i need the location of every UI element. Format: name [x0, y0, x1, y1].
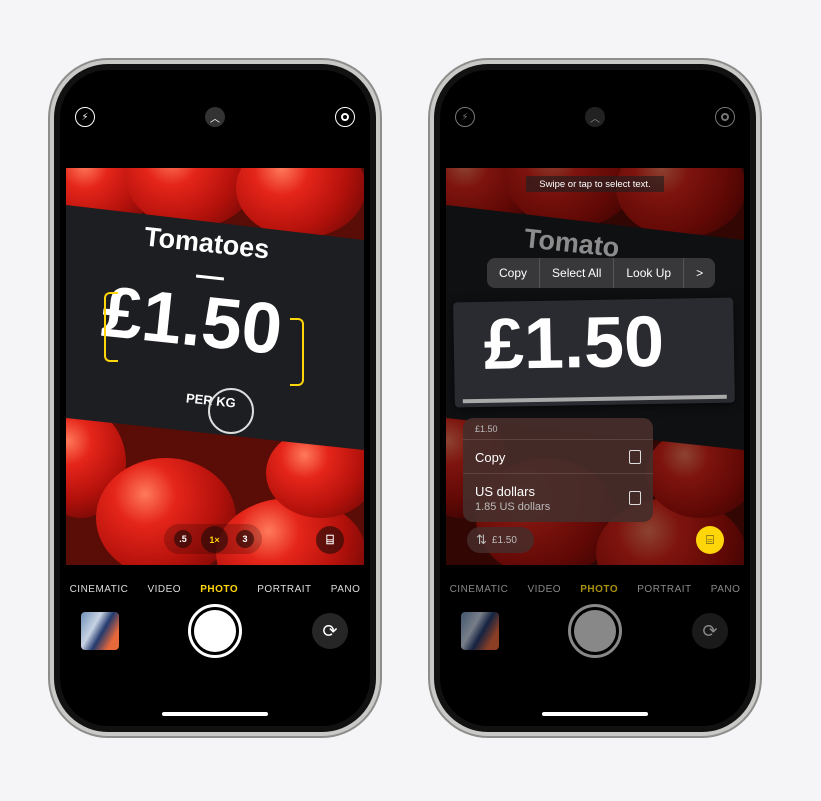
chevron-up-icon[interactable]: ︿: [585, 107, 605, 127]
data-detector-popup: £1.50 Copy US dollars 1.85 US dollars: [463, 418, 653, 522]
mode-cinematic[interactable]: CINEMATIC: [450, 584, 509, 595]
shutter-button[interactable]: [568, 604, 622, 658]
chip-label: £1.50: [491, 534, 517, 546]
popup-copy-row[interactable]: Copy: [463, 439, 653, 473]
menu-more[interactable]: >: [684, 258, 715, 288]
zoom-0.5[interactable]: .5: [174, 530, 192, 548]
camera-flip-icon[interactable]: ⟳: [312, 613, 348, 649]
shutter-button[interactable]: [188, 604, 242, 658]
menu-copy[interactable]: Copy: [487, 258, 541, 288]
mode-pano[interactable]: PANO: [711, 584, 741, 595]
mode-selector: CINEMATIC VIDEO PHOTO PORTRAIT PANO: [434, 584, 756, 595]
phone-left: ⚡ ︿ Tomatoes £1.50 PER KG .5 1× 3 ⌸ CINE…: [50, 60, 380, 736]
mode-photo[interactable]: PHOTO: [580, 584, 618, 595]
copy-icon: [629, 491, 641, 505]
selected-text-box[interactable]: £1.50: [453, 297, 735, 408]
menu-select-all[interactable]: Select All: [540, 258, 615, 288]
camera-flip-icon[interactable]: ⟳: [692, 613, 728, 649]
selected-price: £1.50: [483, 301, 665, 385]
flash-icon[interactable]: ⚡: [455, 107, 475, 127]
flash-icon[interactable]: ⚡: [75, 107, 95, 127]
conversion-value: 1.85 US dollars: [475, 501, 551, 513]
edit-menu: Copy Select All Look Up >: [487, 258, 716, 288]
zoom-3[interactable]: 3: [236, 530, 254, 548]
selection-underline: [462, 394, 727, 404]
text-detection-bracket-left: [104, 292, 118, 362]
mode-portrait[interactable]: PORTRAIT: [637, 584, 691, 595]
home-indicator[interactable]: [162, 712, 268, 716]
mode-cinematic[interactable]: CINEMATIC: [70, 584, 129, 595]
live-text-icon[interactable]: ⌸: [696, 526, 724, 554]
live-text-icon[interactable]: ⌸: [316, 526, 344, 554]
convert-icon: ⇅: [476, 532, 487, 547]
hint-banner: Swipe or tap to select text.: [526, 176, 664, 192]
mode-video[interactable]: VIDEO: [527, 584, 561, 595]
viewfinder[interactable]: Tomato Swipe or tap to select text. Copy…: [446, 168, 744, 565]
phone-right: ⚡ ︿ Tomato Swipe or tap to select text. …: [430, 60, 760, 736]
mode-selector: CINEMATIC VIDEO PHOTO PORTRAIT PANO: [54, 584, 376, 595]
zoom-1x[interactable]: 1×: [201, 526, 228, 553]
popup-conversion-row[interactable]: US dollars 1.85 US dollars: [463, 473, 653, 522]
mode-pano[interactable]: PANO: [331, 584, 361, 595]
photo-thumbnail[interactable]: [461, 612, 499, 650]
popup-header: £1.50: [475, 424, 498, 434]
chevron-up-icon[interactable]: ︿: [205, 107, 225, 127]
mode-portrait[interactable]: PORTRAIT: [257, 584, 311, 595]
text-detection-bracket-right: [290, 318, 304, 386]
mode-photo[interactable]: PHOTO: [200, 584, 238, 595]
viewfinder[interactable]: Tomatoes £1.50 PER KG .5 1× 3 ⌸: [66, 168, 364, 565]
photo-thumbnail[interactable]: [81, 612, 119, 650]
popup-copy-label: Copy: [475, 450, 506, 465]
mode-video[interactable]: VIDEO: [147, 584, 181, 595]
copy-icon: [629, 450, 641, 464]
menu-look-up[interactable]: Look Up: [614, 258, 685, 288]
conversion-label: US dollars: [475, 484, 535, 499]
conversion-chip[interactable]: ⇅ £1.50: [467, 527, 534, 553]
home-indicator[interactable]: [542, 712, 648, 716]
live-photo-icon[interactable]: [715, 107, 735, 127]
price-tag-pin: [208, 388, 254, 434]
live-photo-icon[interactable]: [335, 107, 355, 127]
